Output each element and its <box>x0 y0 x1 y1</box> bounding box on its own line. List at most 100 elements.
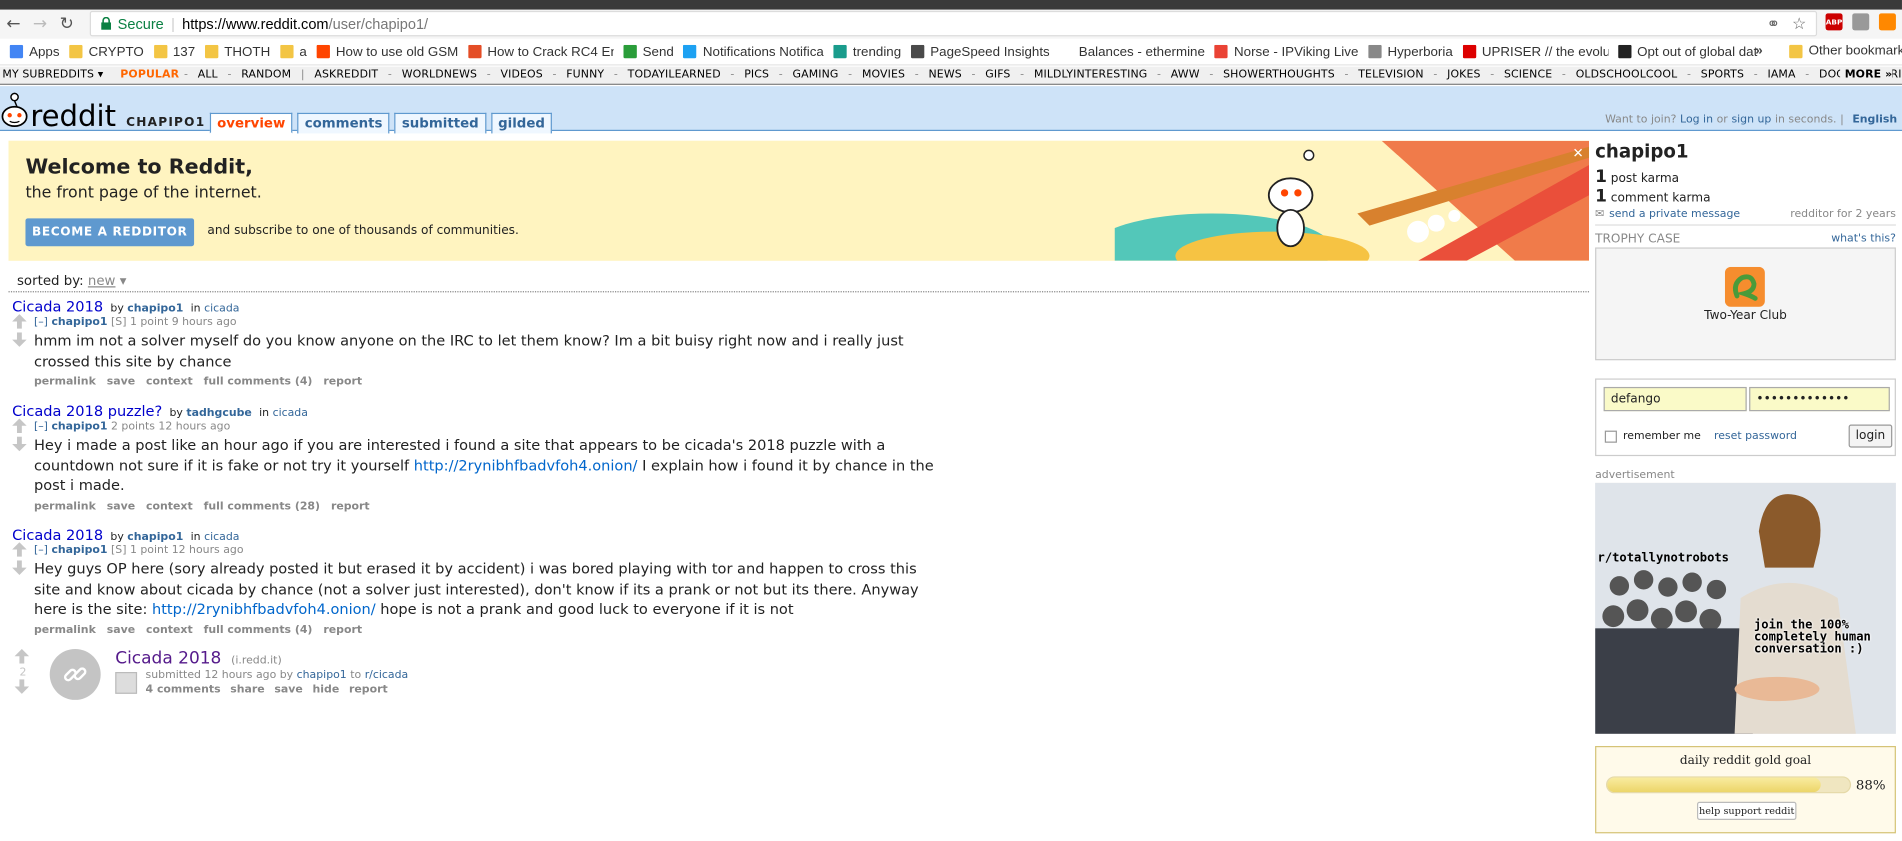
bookmark-item[interactable]: Notifications Notifica <box>683 44 824 59</box>
save-button[interactable]: save <box>107 376 135 388</box>
subreddit-link[interactable]: WORLDNEWS <box>402 69 477 81</box>
back-icon[interactable]: ← <box>0 11 27 38</box>
onion-link[interactable]: http://2rynibhfbadvfoh4.onion/ <box>414 457 638 474</box>
reddit-logo[interactable]: reddit <box>0 86 121 131</box>
advertisement-banner[interactable]: r/totallynotrobots join the 100% complet… <box>1595 482 1896 734</box>
permalink-button[interactable]: permalink <box>34 376 96 388</box>
sort-dropdown[interactable]: new <box>88 273 116 289</box>
subreddit-link[interactable]: cicada <box>204 531 239 543</box>
bookmark-item[interactable]: THOTH <box>204 44 270 59</box>
subreddit-link[interactable]: cicada <box>273 408 308 420</box>
become-redditor-button[interactable]: BECOME A REDDITOR <box>25 218 195 247</box>
context-button[interactable]: context <box>146 376 193 388</box>
collapse-toggle[interactable]: [–] <box>34 317 48 329</box>
subreddit-link[interactable]: IAMA <box>1767 69 1795 81</box>
comment-author[interactable]: chapipo1 <box>51 421 107 433</box>
link-post-title[interactable]: Cicada 2018 <box>115 649 221 668</box>
downvote-arrow-icon[interactable] <box>12 560 27 575</box>
subreddit-link[interactable]: GIFS <box>985 69 1010 81</box>
context-button[interactable]: context <box>146 624 193 636</box>
reload-icon[interactable]: ↻ <box>53 11 80 38</box>
link-thumbnail[interactable] <box>49 648 101 700</box>
close-banner-icon[interactable]: ✕ <box>1570 144 1587 161</box>
more-subreddits-link[interactable]: MORE » <box>1839 69 1893 82</box>
bookmarks-more-button[interactable]: » <box>1755 44 1762 59</box>
adblock-icon[interactable]: ABP <box>1825 13 1843 31</box>
collapse-toggle[interactable]: [–] <box>34 421 48 433</box>
full-comments-button[interactable]: full comments (28) <box>204 500 320 512</box>
share-button[interactable]: share <box>230 684 264 696</box>
tab-overview[interactable]: overview <box>209 112 293 134</box>
other-bookmarks[interactable]: Other bookmarks <box>1789 44 1902 58</box>
permalink-button[interactable]: permalink <box>34 500 96 512</box>
bookmark-item[interactable]: Send <box>623 44 674 59</box>
extension-orange-icon[interactable] <box>1878 13 1896 31</box>
tab-submitted[interactable]: submitted <box>394 112 486 134</box>
report-button[interactable]: report <box>349 684 388 696</box>
onion-link[interactable]: http://2rynibhfbadvfoh4.onion/ <box>152 600 376 617</box>
subreddit-link[interactable]: MOVIES <box>862 69 905 81</box>
star-icon[interactable]: ☆ <box>1792 15 1806 34</box>
subreddit-link[interactable]: NEWS <box>929 69 962 81</box>
whats-this-link[interactable]: what's this? <box>1831 233 1896 246</box>
url-bar[interactable]: Secure | https://www.reddit.com/user/cha… <box>89 10 1818 37</box>
bookmark-item[interactable]: Norse - IPViking Live <box>1214 44 1358 59</box>
upvote-arrow-icon[interactable] <box>12 542 27 557</box>
expando-play-icon[interactable] <box>115 672 138 694</box>
two-year-club-icon[interactable] <box>1724 266 1765 307</box>
link-author[interactable]: chapipo1 <box>297 670 347 682</box>
forward-icon[interactable]: → <box>27 11 54 38</box>
subreddit-link[interactable]: MILDLYINTERESTING <box>1034 69 1147 81</box>
link-title[interactable]: Cicada 2018 <box>12 298 103 315</box>
password-input[interactable]: ••••••••••••• <box>1749 386 1890 412</box>
report-button[interactable]: report <box>323 624 362 636</box>
bookmark-item[interactable]: Hyperboria <box>1368 44 1453 59</box>
upvote-arrow-icon[interactable] <box>14 648 30 664</box>
help-support-button[interactable]: help support reddit <box>1696 801 1797 820</box>
subreddit-link[interactable]: ALL <box>198 69 218 81</box>
save-button[interactable]: save <box>107 624 135 636</box>
bookmark-item[interactable]: Apps <box>9 44 60 59</box>
subreddit-link[interactable]: ASKREDDIT <box>314 69 378 81</box>
full-comments-button[interactable]: full comments (4) <box>204 624 313 636</box>
bookmark-item[interactable]: UPRISER // the evolut <box>1462 44 1608 59</box>
subreddit-link[interactable]: TODAYILEARNED <box>628 69 721 81</box>
save-button[interactable]: save <box>274 684 302 696</box>
remember-checkbox[interactable] <box>1604 430 1617 443</box>
bookmark-item[interactable]: Opt out of global dat <box>1617 44 1757 59</box>
key-icon[interactable]: ⚭ <box>1767 15 1780 34</box>
subreddit-link[interactable]: FUNNY <box>566 69 604 81</box>
subreddit-link[interactable]: AWW <box>1171 69 1200 81</box>
my-subreddits-dropdown[interactable]: MY SUBREDDITS ▾ <box>2 69 103 81</box>
downvote-arrow-icon[interactable] <box>12 332 27 347</box>
subreddit-link[interactable]: cicada <box>204 303 239 315</box>
subreddit-link[interactable]: VIDEOS <box>501 69 543 81</box>
subreddit-link[interactable]: JOKES <box>1447 69 1480 81</box>
signup-link[interactable]: sign up <box>1731 114 1771 126</box>
bookmark-item[interactable]: PageSpeed Insights <box>910 44 1050 59</box>
subreddit-link[interactable]: SPORTS <box>1701 69 1744 81</box>
bookmark-item[interactable]: How to Crack RC4 En <box>467 44 614 59</box>
bookmark-item[interactable]: trending <box>833 44 901 59</box>
username-input[interactable]: defango <box>1603 386 1747 412</box>
upvote-arrow-icon[interactable] <box>12 314 27 329</box>
comment-author[interactable]: chapipo1 <box>51 317 107 329</box>
subreddit-link[interactable]: OLDSCHOOLCOOL <box>1576 69 1678 81</box>
subreddit-link[interactable]: POPULAR <box>120 69 179 81</box>
permalink-button[interactable]: permalink <box>34 624 96 636</box>
send-message-link[interactable]: ✉ send a private message <box>1595 209 1740 221</box>
extension-grey-icon[interactable] <box>1852 13 1870 31</box>
subreddit-link[interactable]: GAMING <box>793 69 839 81</box>
reset-password-link[interactable]: reset password <box>1714 431 1797 443</box>
subreddit-link[interactable]: SCIENCE <box>1504 69 1552 81</box>
link-domain[interactable]: (i.redd.it) <box>231 655 282 667</box>
collapse-toggle[interactable]: [–] <box>34 545 48 557</box>
link-title[interactable]: Cicada 2018 <box>12 526 103 543</box>
bookmark-item[interactable]: 137 <box>153 44 195 59</box>
subreddit-link[interactable]: TELEVISION <box>1358 69 1423 81</box>
upvote-arrow-icon[interactable] <box>12 418 27 434</box>
comments-button[interactable]: 4 comments <box>146 684 221 696</box>
subreddit-link[interactable]: RANDOM <box>241 69 291 81</box>
link-subreddit[interactable]: r/cicada <box>365 670 409 682</box>
comment-author[interactable]: chapipo1 <box>51 545 107 557</box>
